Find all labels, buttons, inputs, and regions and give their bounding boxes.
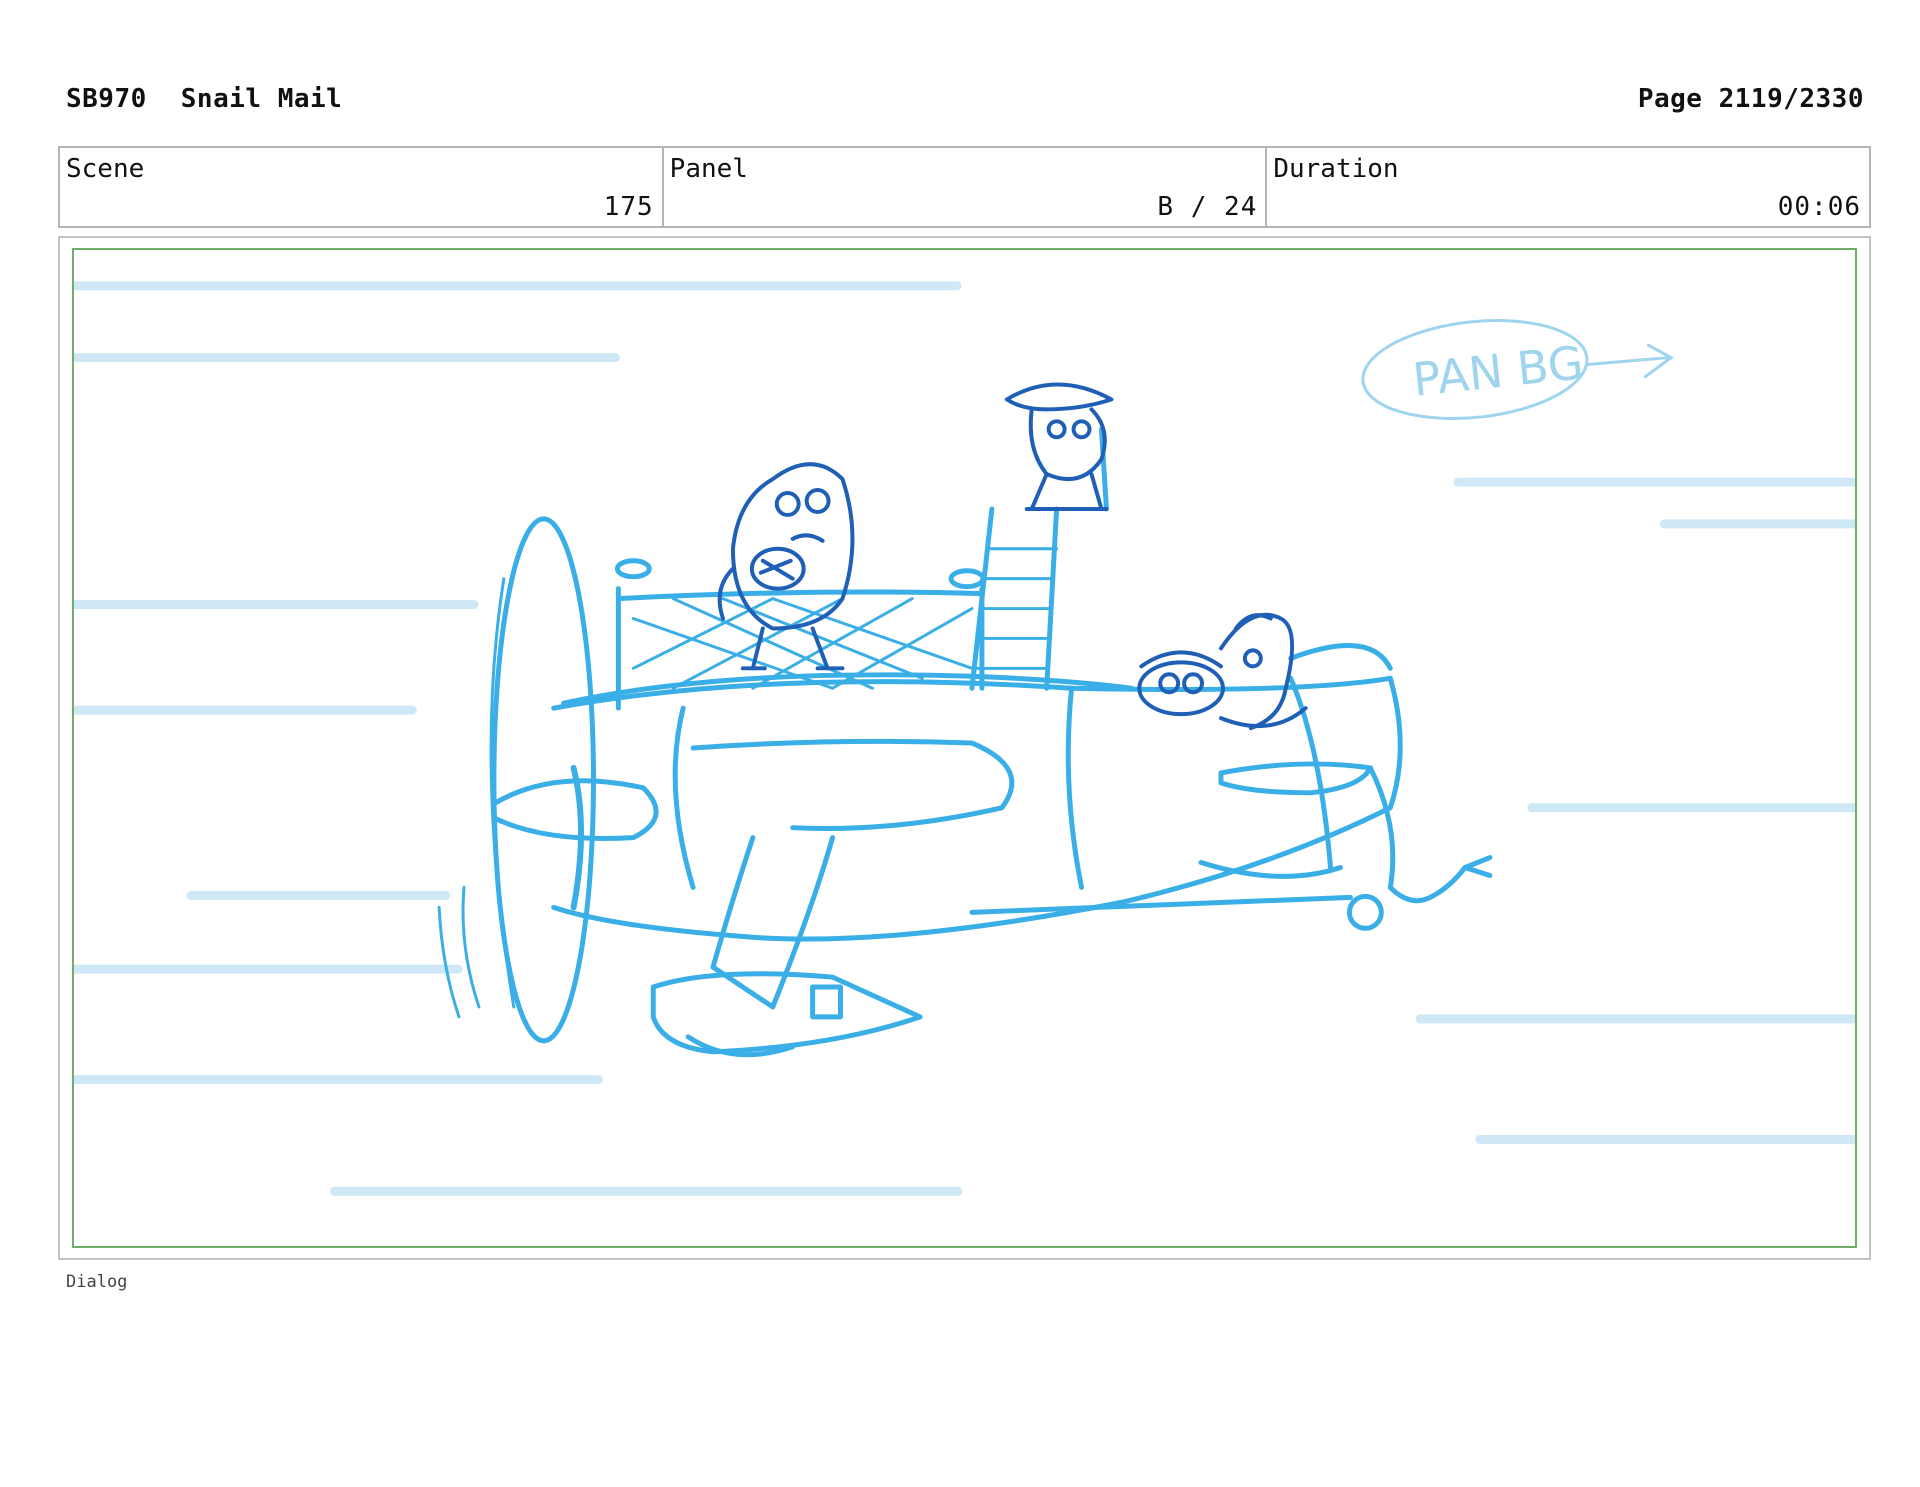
storyboard-panel-frame: PAN BG	[58, 236, 1871, 1260]
episode-code: SB970	[66, 84, 147, 114]
plane-sketch	[437, 426, 1493, 1058]
duration-value: 00:06	[1777, 192, 1862, 222]
dialog-label: Dialog	[66, 1272, 128, 1292]
panel-info-table: Scene 175 Panel B / 24 Duration 00:06	[58, 146, 1871, 228]
panel-cell: Panel B / 24	[664, 148, 1268, 226]
board-header-left: SB970 Snail Mail	[66, 84, 342, 114]
storyboard-panel: PAN BG	[72, 248, 1857, 1248]
duration-cell: Duration 00:06	[1267, 148, 1869, 226]
panel-value: B / 24	[1157, 192, 1258, 222]
panel-label: Panel	[669, 154, 748, 184]
scene-label: Scene	[66, 154, 145, 184]
speed-lines	[74, 281, 1855, 1196]
duration-label: Duration	[1273, 154, 1399, 184]
scene-cell: Scene 175	[60, 148, 664, 226]
page-counter: Page 2119/2330	[1637, 84, 1864, 114]
episode-title: Snail Mail	[180, 84, 343, 114]
scene-value: 175	[603, 192, 654, 222]
pan-note-text: PAN BG	[1410, 335, 1586, 407]
panel-sketch: PAN BG	[74, 281, 1855, 1196]
